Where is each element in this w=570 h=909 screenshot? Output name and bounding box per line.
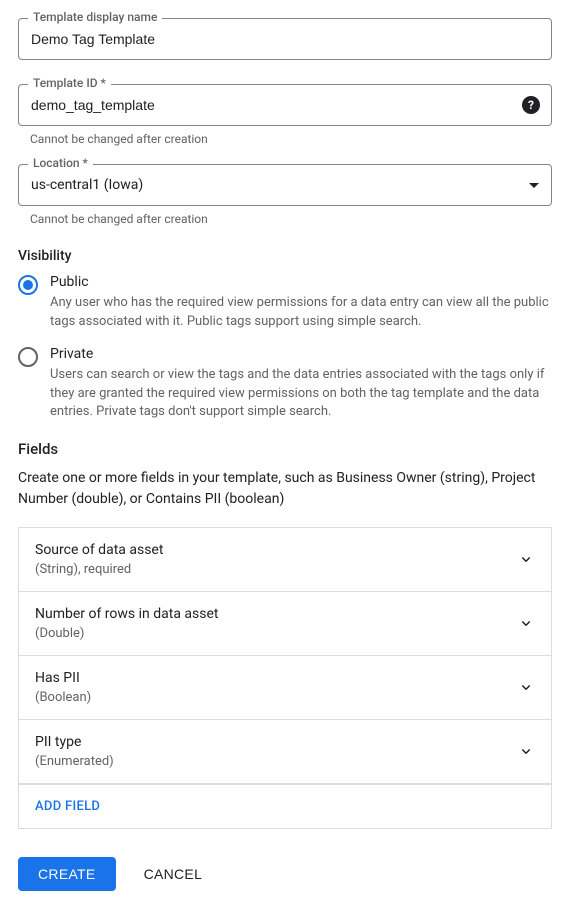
chevron-down-icon — [517, 550, 535, 568]
add-field-button[interactable]: ADD FIELD — [19, 784, 551, 828]
field-item-title: Has PII — [35, 670, 517, 686]
help-icon[interactable]: ? — [522, 96, 540, 114]
radio-dot-icon — [23, 280, 33, 290]
visibility-private-text: Private Users can search or view the tag… — [50, 346, 552, 423]
visibility-private-desc: Users can search or view the tags and th… — [50, 366, 552, 423]
field-item-rows[interactable]: Number of rows in data asset (Double) — [19, 592, 551, 656]
visibility-option-private[interactable]: Private Users can search or view the tag… — [18, 346, 552, 423]
chevron-down-icon — [517, 614, 535, 632]
field-item-sub: (Boolean) — [35, 690, 517, 705]
display-name-input[interactable] — [18, 18, 552, 60]
chevron-down-icon — [517, 678, 535, 696]
caret-down-icon — [529, 183, 539, 188]
fields-title: Fields — [18, 440, 552, 458]
visibility-public-label: Public — [50, 274, 552, 290]
location-field: Location * us-central1 (Iowa) — [18, 164, 552, 206]
radio-button-public[interactable] — [18, 275, 38, 295]
field-item-piitype[interactable]: PII type (Enumerated) — [19, 720, 551, 784]
field-item-source[interactable]: Source of data asset (String), required — [19, 528, 551, 592]
location-helper: Cannot be changed after creation — [30, 212, 552, 226]
location-value: us-central1 (Iowa) — [31, 177, 143, 193]
visibility-option-public[interactable]: Public Any user who has the required vie… — [18, 274, 552, 332]
field-item-sub: (String), required — [35, 562, 517, 577]
field-item-title: Number of rows in data asset — [35, 606, 517, 622]
location-select[interactable]: us-central1 (Iowa) — [18, 164, 552, 206]
field-item-title: PII type — [35, 734, 517, 750]
display-name-field: Template display name — [18, 18, 552, 60]
cancel-button[interactable]: CANCEL — [140, 857, 207, 891]
fields-list: Source of data asset (String), required … — [18, 527, 552, 829]
field-item-haspii[interactable]: Has PII (Boolean) — [19, 656, 551, 720]
field-item-sub: (Double) — [35, 626, 517, 641]
visibility-title: Visibility — [18, 248, 552, 264]
field-item-title: Source of data asset — [35, 542, 517, 558]
chevron-down-icon — [517, 742, 535, 760]
template-id-helper: Cannot be changed after creation — [30, 132, 552, 146]
template-id-label: Template ID * — [28, 76, 111, 90]
create-button[interactable]: CREATE — [18, 857, 116, 891]
visibility-public-text: Public Any user who has the required vie… — [50, 274, 552, 332]
template-id-input[interactable] — [18, 84, 552, 126]
template-id-field: Template ID * ? — [18, 84, 552, 126]
button-row: CREATE CANCEL — [18, 857, 552, 891]
fields-desc: Create one or more fields in your templa… — [18, 468, 552, 509]
field-item-sub: (Enumerated) — [35, 754, 517, 769]
display-name-label: Template display name — [28, 10, 162, 24]
location-label: Location * — [28, 156, 93, 170]
radio-button-private[interactable] — [18, 347, 38, 367]
visibility-public-desc: Any user who has the required view permi… — [50, 294, 552, 332]
visibility-private-label: Private — [50, 346, 552, 362]
